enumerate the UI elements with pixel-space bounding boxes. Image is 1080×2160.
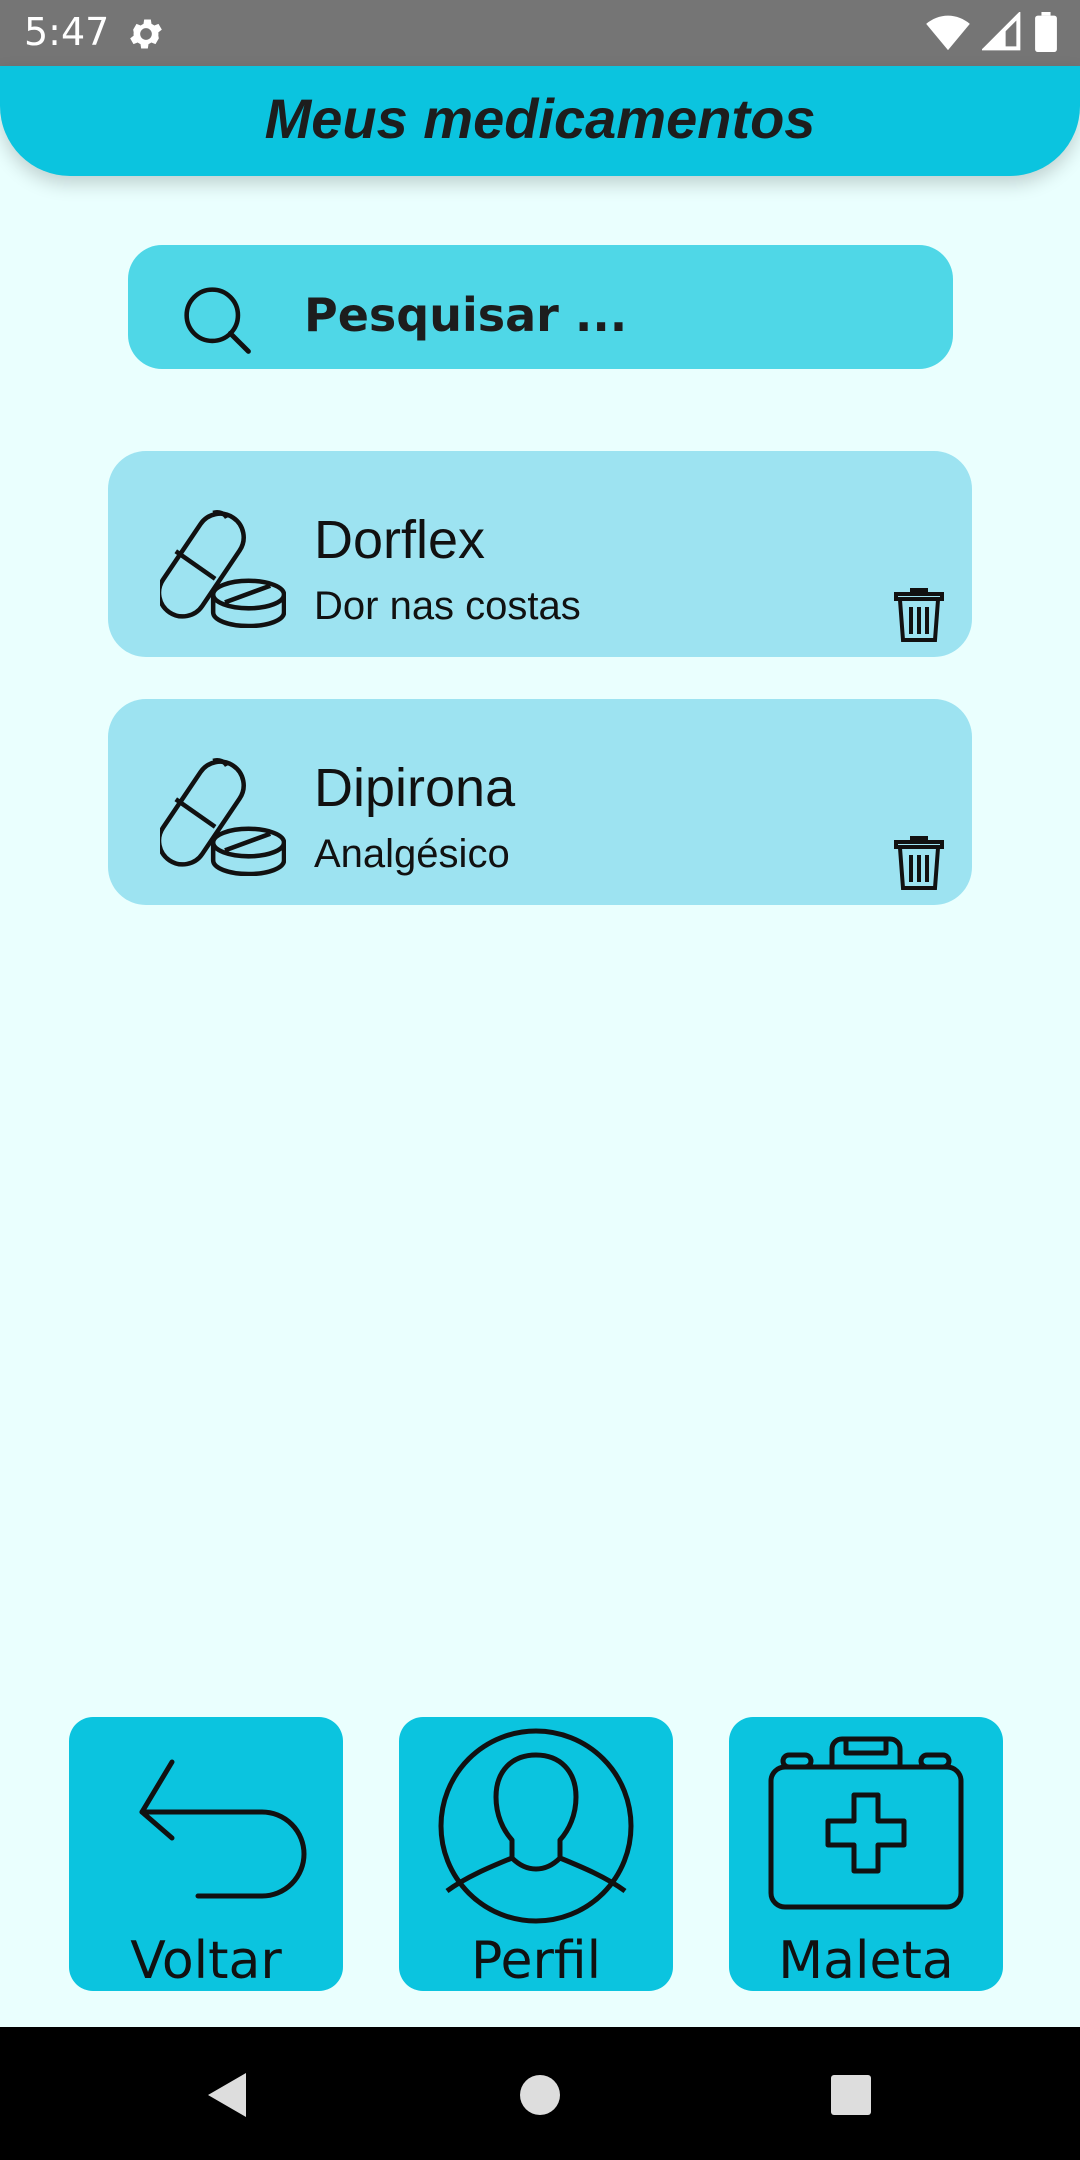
system-navigation-bar [0, 2027, 1080, 2160]
trash-icon[interactable] [894, 587, 944, 643]
trash-icon[interactable] [894, 835, 944, 891]
back-button[interactable]: Voltar [69, 1717, 343, 1991]
app-bar: Meus medicamentos [0, 66, 1080, 176]
status-bar: 5:47 [0, 0, 1080, 66]
medication-description: Dor nas costas [314, 584, 581, 628]
profile-button-label: Perfil [470, 1931, 602, 1991]
profile-icon [438, 1728, 634, 1924]
back-button-label: Voltar [130, 1931, 282, 1991]
search-placeholder: Pesquisar ... [304, 288, 628, 342]
medication-card[interactable]: Dipirona Analgésico [108, 699, 972, 905]
search-icon [184, 287, 251, 354]
medication-card[interactable]: Dorflex Dor nas costas [108, 451, 972, 657]
nav-recents-icon[interactable] [830, 2074, 872, 2116]
profile-button[interactable]: Perfil [399, 1717, 673, 1991]
gear-icon [130, 19, 162, 49]
screen: 5:47 Meus medicamentos Pesquisar ... Dor… [0, 0, 1080, 2160]
pill-icon [160, 510, 286, 628]
medical-kit-icon [768, 1736, 964, 1910]
search-input[interactable]: Pesquisar ... [128, 245, 953, 369]
medication-name: Dorflex [314, 510, 486, 570]
nav-home-icon[interactable] [518, 2073, 562, 2117]
page-title: Meus medicamentos [264, 87, 816, 150]
status-icons [926, 12, 1058, 52]
medical-kit-button[interactable]: Maleta [729, 1717, 1003, 1991]
medical-kit-button-label: Maleta [778, 1931, 954, 1991]
pill-icon [160, 758, 286, 876]
nav-back-icon[interactable] [204, 2071, 248, 2119]
medication-name: Dipirona [314, 758, 516, 818]
wifi-icon [926, 15, 970, 51]
battery-icon [1035, 12, 1057, 52]
medication-description: Analgésico [314, 832, 510, 876]
signal-icon [982, 12, 1021, 51]
status-time: 5:47 [24, 10, 110, 54]
back-arrow-icon [139, 1759, 307, 1899]
